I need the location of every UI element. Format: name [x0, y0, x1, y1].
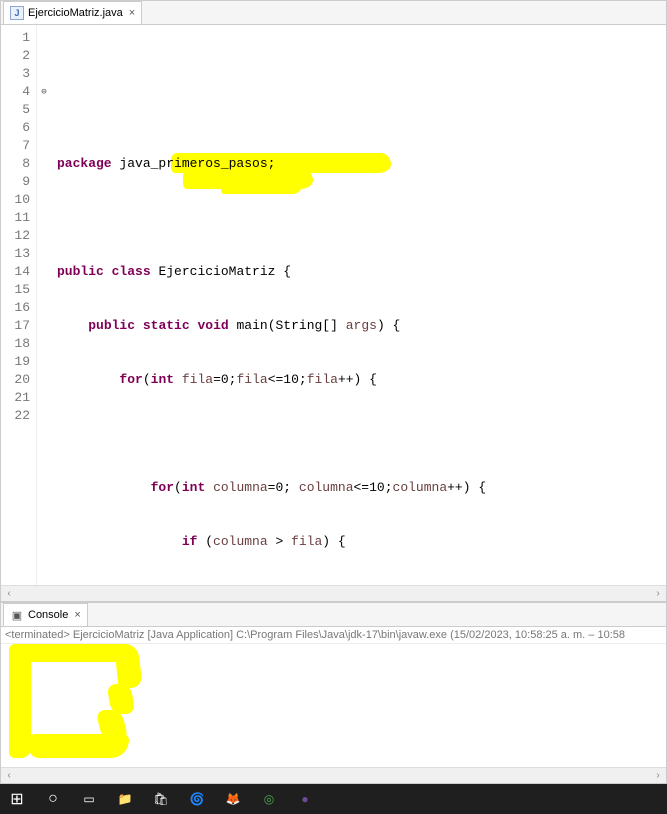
horizontal-scrollbar[interactable]: ‹ › — [1, 767, 666, 783]
console-tab-label: Console — [28, 609, 68, 621]
scroll-right-icon[interactable]: › — [651, 587, 665, 601]
firefox-button[interactable]: 🦊 — [222, 788, 244, 810]
console-icon: ▣ — [10, 608, 24, 622]
scroll-left-icon[interactable]: ‹ — [2, 769, 16, 783]
edge-button[interactable]: 🌀 — [186, 788, 208, 810]
editor-tab-bar: J EjercicioMatriz.java × — [1, 1, 666, 25]
chrome-button[interactable]: ◎ — [258, 788, 280, 810]
highlight-annotation — [115, 658, 142, 688]
taskview-icon: ▭ — [83, 792, 94, 806]
scroll-right-icon[interactable]: › — [651, 769, 665, 783]
marker-column: ⊖ — [37, 25, 51, 585]
highlight-annotation — [29, 734, 129, 758]
console-panel: ▣ Console × <terminated> EjercicioMatriz… — [0, 602, 667, 784]
editor-tab[interactable]: J EjercicioMatriz.java × — [3, 1, 142, 24]
highlight-annotation — [95, 710, 128, 740]
search-button[interactable]: ○ — [42, 788, 64, 810]
search-icon: ○ — [48, 790, 58, 808]
eclipse-icon: ● — [301, 792, 308, 806]
chrome-icon: ◎ — [264, 792, 274, 806]
line-number-gutter: 1 2 3 4 5 6 7 8 9 10 11 12 13 14 15 16 1… — [1, 25, 37, 585]
horizontal-scrollbar[interactable]: ‹ › — [1, 585, 666, 601]
highlight-annotation — [221, 180, 301, 194]
folder-icon: 📁 — [118, 792, 133, 806]
highlight-annotation — [9, 644, 139, 662]
code-editor[interactable]: 1 2 3 4 5 6 7 8 9 10 11 12 13 14 15 16 1… — [1, 25, 666, 585]
edge-icon: 🌀 — [190, 792, 205, 806]
explorer-button[interactable]: 📁 — [114, 788, 136, 810]
store-icon: 🛍 — [153, 792, 168, 806]
code-content[interactable]: package java_primeros_pasos; public clas… — [51, 25, 666, 585]
close-icon[interactable]: × — [129, 7, 135, 19]
console-status: <terminated> EjercicioMatriz [Java Appli… — [1, 627, 666, 644]
console-tab[interactable]: ▣ Console × — [3, 603, 88, 626]
java-file-icon: J — [10, 6, 24, 20]
eclipse-button[interactable]: ● — [294, 788, 316, 810]
close-icon[interactable]: × — [74, 609, 80, 621]
console-tab-bar: ▣ Console × — [1, 603, 666, 627]
tab-filename: EjercicioMatriz.java — [28, 7, 123, 19]
highlight-annotation — [106, 684, 135, 714]
highlight-annotation — [9, 658, 31, 758]
windows-taskbar[interactable]: ⊞ ○ ▭ 📁 🛍 🌀 🦊 ◎ ● — [0, 784, 667, 814]
override-marker-icon[interactable]: ⊖ — [37, 83, 51, 101]
windows-icon: ⊞ — [10, 789, 23, 809]
console-output[interactable]: * * * * * * * * * * * * * * * * * * * * … — [1, 644, 666, 767]
store-button[interactable]: 🛍 — [150, 788, 172, 810]
taskview-button[interactable]: ▭ — [78, 788, 100, 810]
start-button[interactable]: ⊞ — [6, 788, 28, 810]
firefox-icon: 🦊 — [226, 792, 241, 806]
editor-panel: J EjercicioMatriz.java × 1 2 3 4 5 6 7 8… — [0, 0, 667, 602]
scroll-left-icon[interactable]: ‹ — [2, 587, 16, 601]
